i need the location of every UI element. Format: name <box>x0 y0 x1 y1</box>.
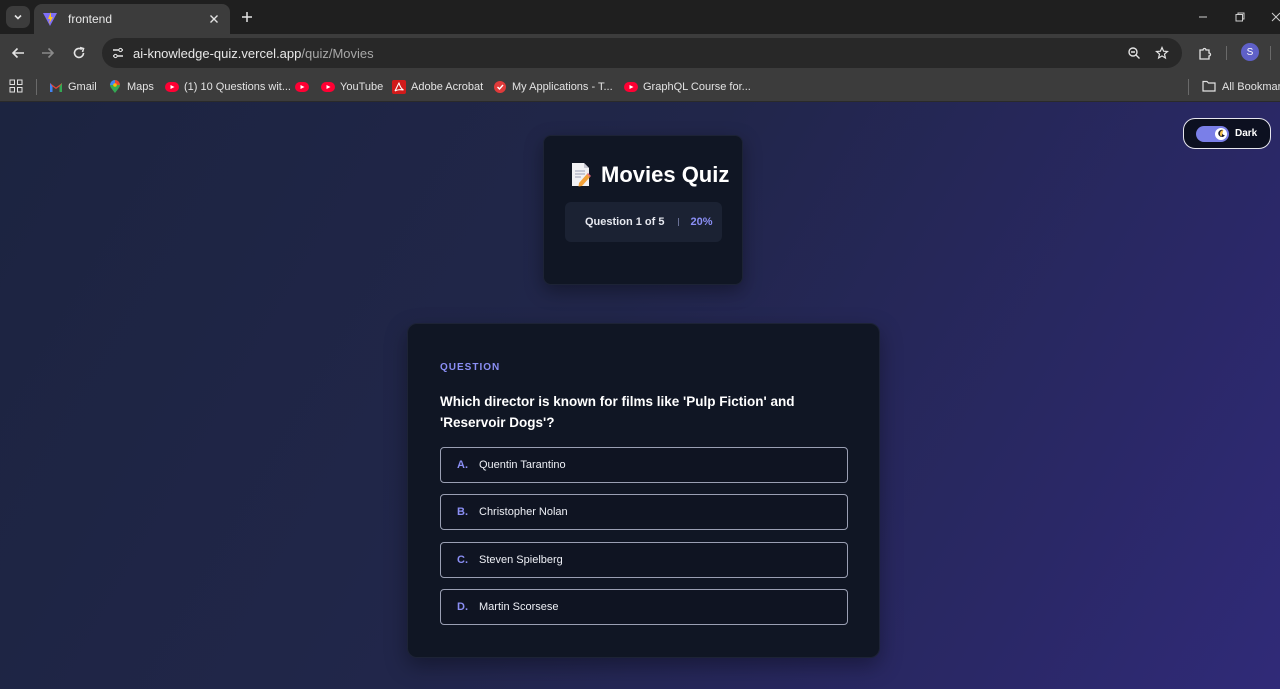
chevron-down-icon <box>14 14 22 20</box>
youtube-icon <box>624 80 638 94</box>
forward-button[interactable] <box>39 44 57 62</box>
bookmark-adobe-acrobat[interactable]: Adobe Acrobat <box>392 78 483 96</box>
bookmark-maps[interactable]: Maps <box>108 78 154 96</box>
youtube-icon <box>295 80 309 94</box>
option-letter: D. <box>457 600 468 613</box>
minimize-icon <box>1199 16 1207 18</box>
maps-icon <box>108 80 122 94</box>
tab-search-button[interactable] <box>6 6 30 28</box>
extensions-button[interactable] <box>1196 44 1214 62</box>
bookmark-label: Gmail <box>68 81 97 93</box>
browser-tab[interactable]: frontend <box>34 4 230 34</box>
answer-option-a[interactable]: A. Quentin Tarantino <box>440 447 848 483</box>
progress-percent: 20% <box>690 216 713 228</box>
bookmarks-divider <box>36 79 37 95</box>
acrobat-icon <box>392 80 406 94</box>
url-host: ai-knowledge-quiz.vercel.app <box>133 46 302 61</box>
puzzle-icon <box>1198 47 1211 60</box>
theme-switch[interactable] <box>1196 125 1229 142</box>
toolbar-divider <box>1270 46 1271 60</box>
applications-icon <box>493 80 507 94</box>
question-label: QUESTION <box>440 362 501 373</box>
bookmark-my-applications[interactable]: My Applications - T... <box>493 78 613 96</box>
close-icon[interactable] <box>206 11 222 27</box>
bookmark-youtube[interactable]: YouTube <box>321 78 383 96</box>
answer-option-c[interactable]: C. Steven Spielberg <box>440 541 848 578</box>
progress-indicator: Question 1 of 5 20% <box>565 202 722 242</box>
question-card: QUESTION Which director is known for fil… <box>407 323 880 658</box>
bookmarks-divider <box>1188 79 1189 95</box>
progress-divider <box>678 218 680 226</box>
quiz-title: Movies Quiz <box>601 162 730 187</box>
profile-avatar[interactable]: S <box>1241 43 1259 61</box>
option-text: Martin Scorsese <box>479 600 559 613</box>
bookmark-label: YouTube <box>340 81 384 93</box>
bookmark-label: My Applications - T... <box>512 81 613 93</box>
restore-button[interactable] <box>1232 9 1248 25</box>
option-text: Quentin Tarantino <box>479 459 566 471</box>
site-info-icon[interactable] <box>110 45 126 61</box>
new-tab-button[interactable] <box>238 8 256 26</box>
answer-options: A. Quentin Tarantino B. Christopher Nola… <box>440 447 848 636</box>
all-bookmarks[interactable]: All Bookmarks <box>1202 78 1280 96</box>
gmail-icon <box>49 80 63 94</box>
back-button[interactable] <box>9 44 27 62</box>
answer-option-b[interactable]: B. Christopher Nolan <box>440 494 848 531</box>
address-bar[interactable]: ai-knowledge-quiz.vercel.app/quiz/Movies <box>102 38 1182 68</box>
bookmark-label: Maps <box>127 81 154 93</box>
url-text: ai-knowledge-quiz.vercel.app/quiz/Movies <box>133 46 374 61</box>
close-window-icon <box>1271 12 1280 22</box>
quiz-header-card: Movies Quiz Question 1 of 5 20% <box>543 135 743 285</box>
arrow-left-icon <box>11 47 24 59</box>
zoom-icon[interactable] <box>1126 45 1142 61</box>
youtube-icon <box>165 80 179 94</box>
browser-toolbar: ai-knowledge-quiz.vercel.app/quiz/Movies… <box>0 34 1280 72</box>
youtube-icon <box>321 80 335 94</box>
close-window-button[interactable] <box>1268 9 1280 25</box>
answer-option-d[interactable]: D. Martin Scorsese <box>440 588 848 625</box>
bookmark-label: (1) 10 Questions wit... <box>184 81 291 93</box>
question-text: Which director is known for films like '… <box>440 394 795 430</box>
bookmark-gmail[interactable]: Gmail <box>49 78 97 96</box>
reload-icon <box>73 46 85 59</box>
theme-toggle[interactable]: Dark <box>1183 118 1271 149</box>
minimize-button[interactable] <box>1195 9 1211 25</box>
progress-text: Question 1 of 5 <box>585 216 665 228</box>
option-letter: B. <box>457 506 468 519</box>
bookmark-youtube-questions[interactable]: (1) 10 Questions wit... <box>165 78 291 96</box>
bookmark-label: GraphQL Course for... <box>643 81 751 93</box>
folder-icon <box>1202 80 1216 94</box>
memo-icon <box>570 162 592 188</box>
apps-grid-icon[interactable] <box>9 79 23 93</box>
bookmark-star-icon[interactable] <box>1154 45 1170 61</box>
vite-icon <box>42 11 58 27</box>
toolbar-divider <box>1226 46 1227 60</box>
bookmark-label: Adobe Acrobat <box>411 81 484 93</box>
tab-strip: frontend <box>0 0 1280 34</box>
option-letter: A. <box>457 459 468 471</box>
bookmark-youtube-untitled[interactable] <box>295 78 314 96</box>
tab-title: frontend <box>68 12 113 26</box>
bookmarks-bar: Gmail Maps (1) 10 Questions wit... YouTu… <box>0 72 1280 102</box>
option-text: Steven Spielberg <box>479 553 563 566</box>
theme-switch-knob <box>1215 127 1227 140</box>
option-letter: C. <box>457 553 468 566</box>
moon-icon <box>1217 129 1225 137</box>
theme-toggle-label: Dark <box>1235 128 1258 139</box>
arrow-right-icon <box>42 47 55 59</box>
reload-button[interactable] <box>70 44 88 62</box>
url-path: /quiz/Movies <box>301 46 374 61</box>
quiz-title-row: Movies Quiz <box>570 162 729 188</box>
option-text: Christopher Nolan <box>479 506 568 519</box>
bookmark-graphql-course[interactable]: GraphQL Course for... <box>624 78 751 96</box>
restore-icon <box>1235 12 1245 22</box>
all-bookmarks-label: All Bookmarks <box>1222 81 1280 93</box>
plus-icon <box>242 12 252 22</box>
page-viewport: Dark Movies Quiz Question 1 of 5 20% QUE… <box>0 102 1280 689</box>
